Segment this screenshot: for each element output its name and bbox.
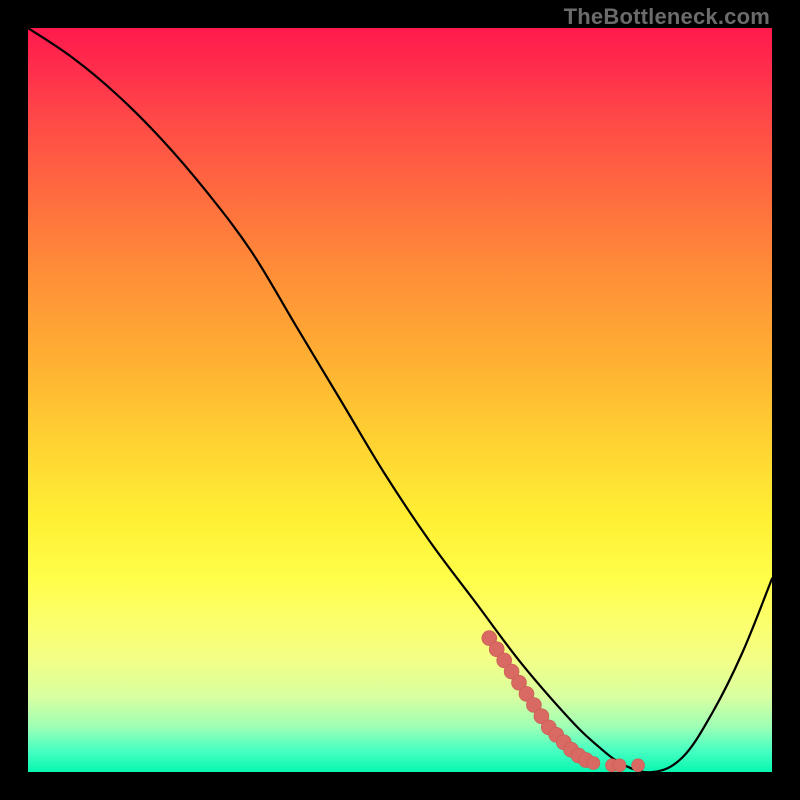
curve-marker: [613, 759, 626, 772]
curve-marker: [587, 757, 600, 770]
chart-svg: [28, 28, 772, 772]
curve-marker: [632, 759, 645, 772]
curve-markers: [482, 631, 645, 772]
watermark-text: TheBottleneck.com: [564, 4, 770, 30]
bottleneck-curve: [28, 28, 772, 772]
chart-frame: [28, 28, 772, 772]
